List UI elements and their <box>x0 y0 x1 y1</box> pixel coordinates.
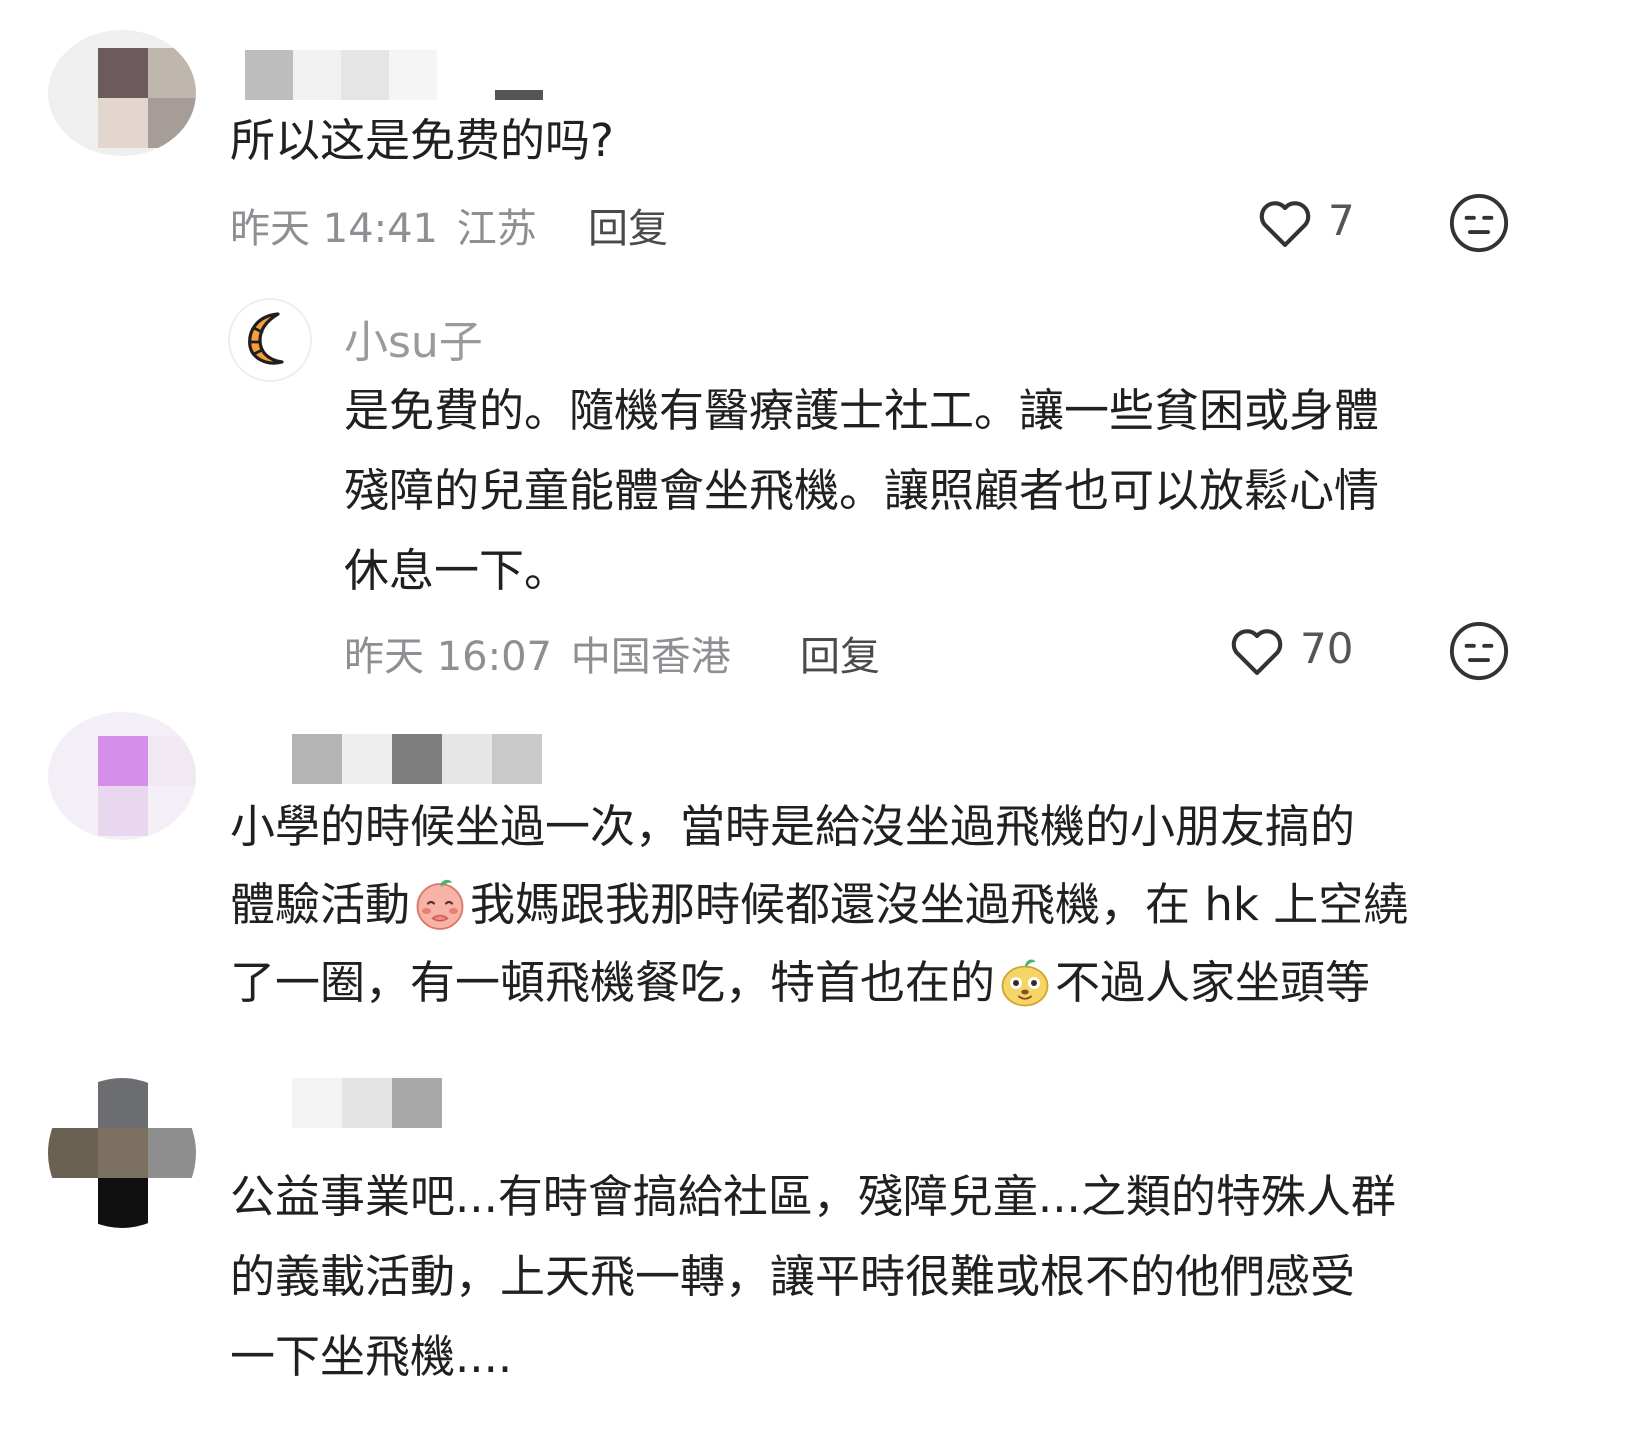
reply-meta: 昨天 16:07 中国香港 <box>344 624 731 682</box>
text-segment: 我媽跟我那時候都還沒坐過飛機，在 hk 上空繞 <box>470 878 1409 931</box>
reply-button[interactable]: 回复 <box>588 196 668 254</box>
user-avatar-2[interactable] <box>48 712 196 840</box>
like-button[interactable]: 70 <box>1226 620 1366 682</box>
meh-face-icon <box>1449 621 1509 681</box>
reply-username[interactable]: 小su子 <box>344 306 483 370</box>
comment-text-line-2: 體驗活動 我媽跟我那時候都還沒坐過飛機，在 hk 上空繞 <box>230 864 1408 945</box>
comment-text: 所以这是免费的吗? <box>230 114 614 167</box>
location: 江苏 <box>456 206 537 252</box>
comment-text-line-2: 的義載活動，上天飛一轉，讓平時很難或根不的他們感受 <box>230 1250 1356 1303</box>
comment-text-line-1: 公益事業吧...有時會搞給社區，殘障兒童...之類的特殊人群 <box>230 1170 1396 1223</box>
like-count: 7 <box>1328 196 1355 245</box>
comment-text-line-3: 一下坐飛機.... <box>230 1330 513 1383</box>
dislike-button[interactable] <box>1448 620 1510 686</box>
timestamp: 昨天 14:41 <box>230 206 438 252</box>
smug-pear-emoji <box>1001 959 1049 1007</box>
heart-outline-icon <box>1231 629 1283 676</box>
reply-button[interactable]: 回复 <box>800 624 880 682</box>
comment-text-line-3: 了一圈，有一頓飛機餐吃，特首也在的 不過人家坐頭等 <box>230 942 1370 1023</box>
meh-face-icon <box>1449 193 1509 253</box>
comment-text-line-1: 小學的時候坐過一次，當時是給沒坐過飛機的小朋友搞的 <box>230 800 1356 853</box>
username-blurred-2 <box>292 734 592 786</box>
timestamp: 昨天 16:07 <box>344 634 552 680</box>
text-segment: 不過人家坐頭等 <box>1055 956 1371 1009</box>
location: 中国香港 <box>570 634 731 680</box>
shy-peach-emoji <box>416 879 464 930</box>
username-blurred-3 <box>292 1078 452 1130</box>
reply-text-line-3: 休息一下。 <box>344 544 570 597</box>
reply-text-line-1: 是免費的。隨機有醫療護士社工。讓一些貧困或身體 <box>344 384 1380 437</box>
heart-outline-icon <box>1259 201 1311 248</box>
like-count: 70 <box>1300 624 1354 673</box>
user-avatar-3[interactable] <box>48 1078 196 1228</box>
comment-meta: 昨天 14:41 江苏 <box>230 196 537 254</box>
reply-avatar[interactable] <box>228 298 312 382</box>
username-blurred-1 <box>245 48 545 100</box>
text-segment: 了一圈，有一頓飛機餐吃，特首也在的 <box>230 956 996 1009</box>
reply-text-line-2: 殘障的兒童能體會坐飛機。讓照顧者也可以放鬆心情 <box>344 464 1380 517</box>
dislike-button[interactable] <box>1448 192 1510 258</box>
user-avatar-1[interactable] <box>48 30 196 156</box>
text-segment: 體驗活動 <box>230 878 411 931</box>
like-button[interactable]: 7 <box>1254 192 1364 254</box>
croissant-icon <box>248 312 284 365</box>
